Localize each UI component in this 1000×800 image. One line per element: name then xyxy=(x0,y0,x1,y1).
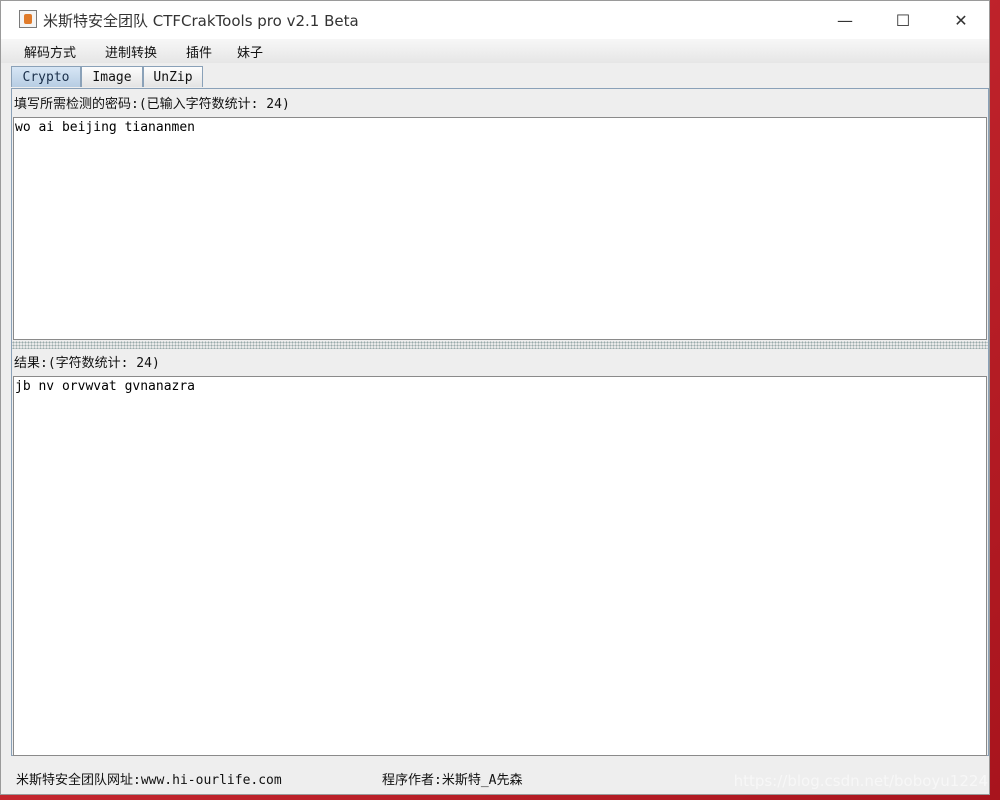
menu-decode[interactable]: 解码方式 xyxy=(24,42,76,61)
app-window: 米斯特安全团队 CTFCrakTools pro v2.1 Beta — ☐ ✕… xyxy=(0,0,990,795)
csdn-watermark: https://blog.csdn.net/boboyu1224 xyxy=(733,772,988,790)
title-bar[interactable]: 米斯特安全团队 CTFCrakTools pro v2.1 Beta — ☐ ✕ xyxy=(1,1,989,39)
crypto-panel: 填写所需检测的密码:(已输入字符数统计: 24) wo ai beijing t… xyxy=(11,88,989,756)
status-author: 程序作者:米斯特_A先森 xyxy=(382,773,523,788)
menu-bar: 解码方式 进制转换 插件 妹子 xyxy=(1,39,989,63)
menu-sister[interactable]: 妹子 xyxy=(237,42,263,61)
input-textarea[interactable]: wo ai beijing tiananmen xyxy=(13,117,987,340)
close-button[interactable]: ✕ xyxy=(932,1,990,39)
input-label: 填写所需检测的密码:(已输入字符数统计: 24) xyxy=(14,97,290,112)
tab-crypto[interactable]: Crypto xyxy=(11,66,81,87)
menu-plugins[interactable]: 插件 xyxy=(186,42,212,61)
window-title: 米斯特安全团队 CTFCrakTools pro v2.1 Beta xyxy=(43,12,359,30)
result-label: 结果:(字符数统计: 24) xyxy=(14,356,160,371)
result-textarea[interactable]: jb nv orvwvat gvnanazra xyxy=(13,376,987,756)
java-icon xyxy=(19,10,37,28)
tab-unzip[interactable]: UnZip xyxy=(143,66,203,87)
minimize-button[interactable]: — xyxy=(816,1,874,39)
tab-image[interactable]: Image xyxy=(81,66,143,87)
status-site: 米斯特安全团队网址:www.hi-ourlife.com xyxy=(16,773,282,788)
split-divider[interactable] xyxy=(12,341,988,349)
menu-base-convert[interactable]: 进制转换 xyxy=(105,42,157,61)
maximize-button[interactable]: ☐ xyxy=(874,1,932,39)
